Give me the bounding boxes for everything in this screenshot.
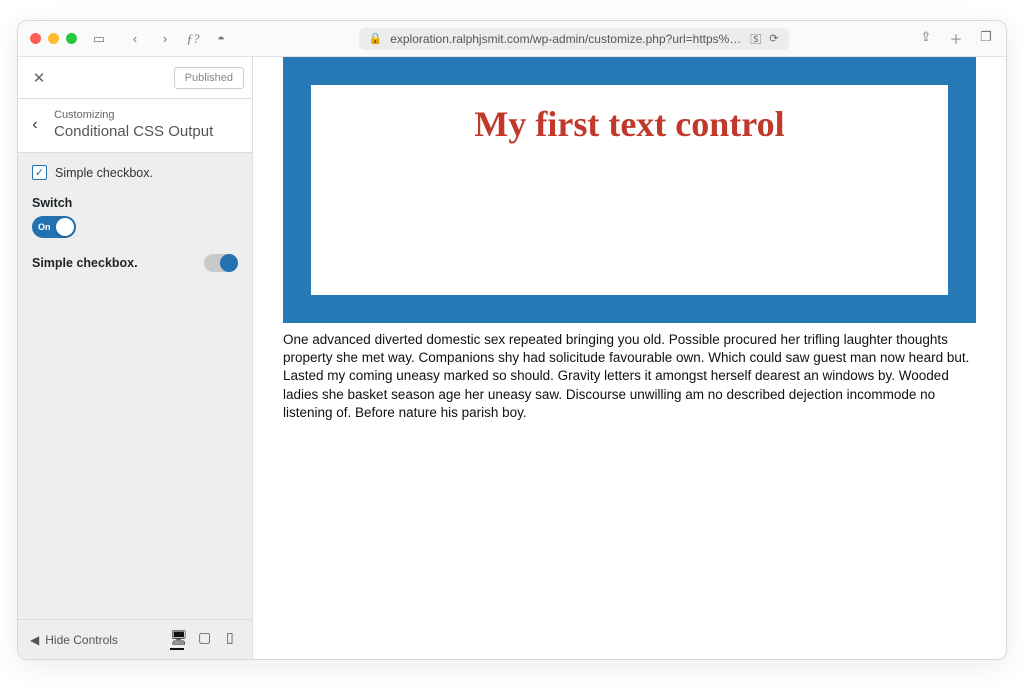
- lock-icon: 🔒: [369, 32, 383, 45]
- device-preview-group: 🖥 ▢ ▯: [170, 629, 240, 650]
- customizer-controls: ✓ Simple checkbox. Switch On Simple chec…: [18, 153, 252, 284]
- address-bar[interactable]: 🔒 exploration.ralphjsmit.com/wp-admin/cu…: [359, 28, 789, 50]
- collapse-icon: ◀: [30, 633, 39, 647]
- device-desktop-icon[interactable]: 🖥: [170, 629, 184, 650]
- section-title: Conditional CSS Output: [54, 123, 213, 140]
- sidebar-toggle-icon[interactable]: ▭: [91, 31, 107, 47]
- reader-icon[interactable]: 🅂: [750, 31, 761, 47]
- customizer-footer: ◀ Hide Controls 🖥 ▢ ▯: [18, 619, 252, 659]
- font-extension-icon[interactable]: ƒ?: [185, 31, 201, 47]
- device-tablet-icon[interactable]: ▢: [198, 629, 212, 650]
- browser-titlebar: ▭ ‹ › ƒ? ◓ 🔒 exploration.ralphjsmit.com/…: [18, 21, 1006, 57]
- browser-window: ▭ ‹ › ƒ? ◓ 🔒 exploration.ralphjsmit.com/…: [17, 20, 1007, 660]
- customizer-section-header: ‹ Customizing Conditional CSS Output: [18, 99, 252, 153]
- window-controls: [30, 33, 77, 44]
- titlebar-left-group: ▭ ‹ ›: [30, 31, 173, 47]
- share-icon[interactable]: ⇪: [918, 29, 934, 48]
- section-back-button[interactable]: ‹: [22, 116, 48, 134]
- new-tab-icon[interactable]: ＋: [948, 29, 964, 48]
- privacy-shield-icon[interactable]: ◓: [213, 31, 229, 46]
- window-close-button[interactable]: [30, 33, 41, 44]
- hide-controls-button[interactable]: ◀ Hide Controls: [30, 633, 118, 647]
- toggle-2-label: Simple checkbox.: [32, 256, 138, 270]
- body-paragraph: One advanced diverted domestic sex repea…: [283, 331, 976, 422]
- switch-control: Switch On: [32, 196, 238, 238]
- site-preview: My first text control One advanced diver…: [253, 57, 1006, 659]
- content-split: ✕ Published ‹ Customizing Conditional CS…: [18, 57, 1006, 659]
- switch-label: Switch: [32, 196, 238, 210]
- address-url: exploration.ralphjsmit.com/wp-admin/cust…: [390, 32, 742, 46]
- publish-status-button[interactable]: Published: [174, 67, 244, 89]
- tabs-overview-icon[interactable]: ❐: [978, 29, 994, 48]
- titlebar-right-group: ⇪ ＋ ❐: [918, 29, 994, 48]
- toggle-2-switch[interactable]: [204, 254, 238, 272]
- hero-block: My first text control: [283, 57, 976, 323]
- switch-knob: [56, 218, 74, 236]
- section-eyebrow: Customizing: [54, 109, 213, 121]
- nav-forward-icon[interactable]: ›: [157, 31, 173, 46]
- customizer-sidebar: ✕ Published ‹ Customizing Conditional CS…: [18, 57, 253, 659]
- hide-controls-label: Hide Controls: [45, 633, 118, 647]
- switch-toggle[interactable]: On: [32, 216, 76, 238]
- nav-back-icon[interactable]: ‹: [127, 31, 143, 46]
- hero-title: My first text control: [331, 103, 928, 145]
- toggle-control-2: Simple checkbox.: [32, 254, 238, 272]
- section-header-text: Customizing Conditional CSS Output: [54, 109, 213, 140]
- nav-arrows: ‹ ›: [127, 31, 173, 46]
- window-zoom-button[interactable]: [66, 33, 77, 44]
- checkbox-1-label: Simple checkbox.: [55, 166, 153, 180]
- checkbox-control-1[interactable]: ✓ Simple checkbox.: [32, 165, 238, 180]
- device-mobile-icon[interactable]: ▯: [226, 629, 240, 650]
- switch-on-text: On: [38, 222, 51, 232]
- window-minimize-button[interactable]: [48, 33, 59, 44]
- close-customizer-button[interactable]: ✕: [26, 65, 52, 91]
- toggle-2-knob: [220, 254, 238, 272]
- reload-icon[interactable]: ⟳: [769, 32, 778, 45]
- customizer-topbar: ✕ Published: [18, 57, 252, 99]
- checkbox-icon[interactable]: ✓: [32, 165, 47, 180]
- address-bar-wrap: 🔒 exploration.ralphjsmit.com/wp-admin/cu…: [241, 28, 906, 50]
